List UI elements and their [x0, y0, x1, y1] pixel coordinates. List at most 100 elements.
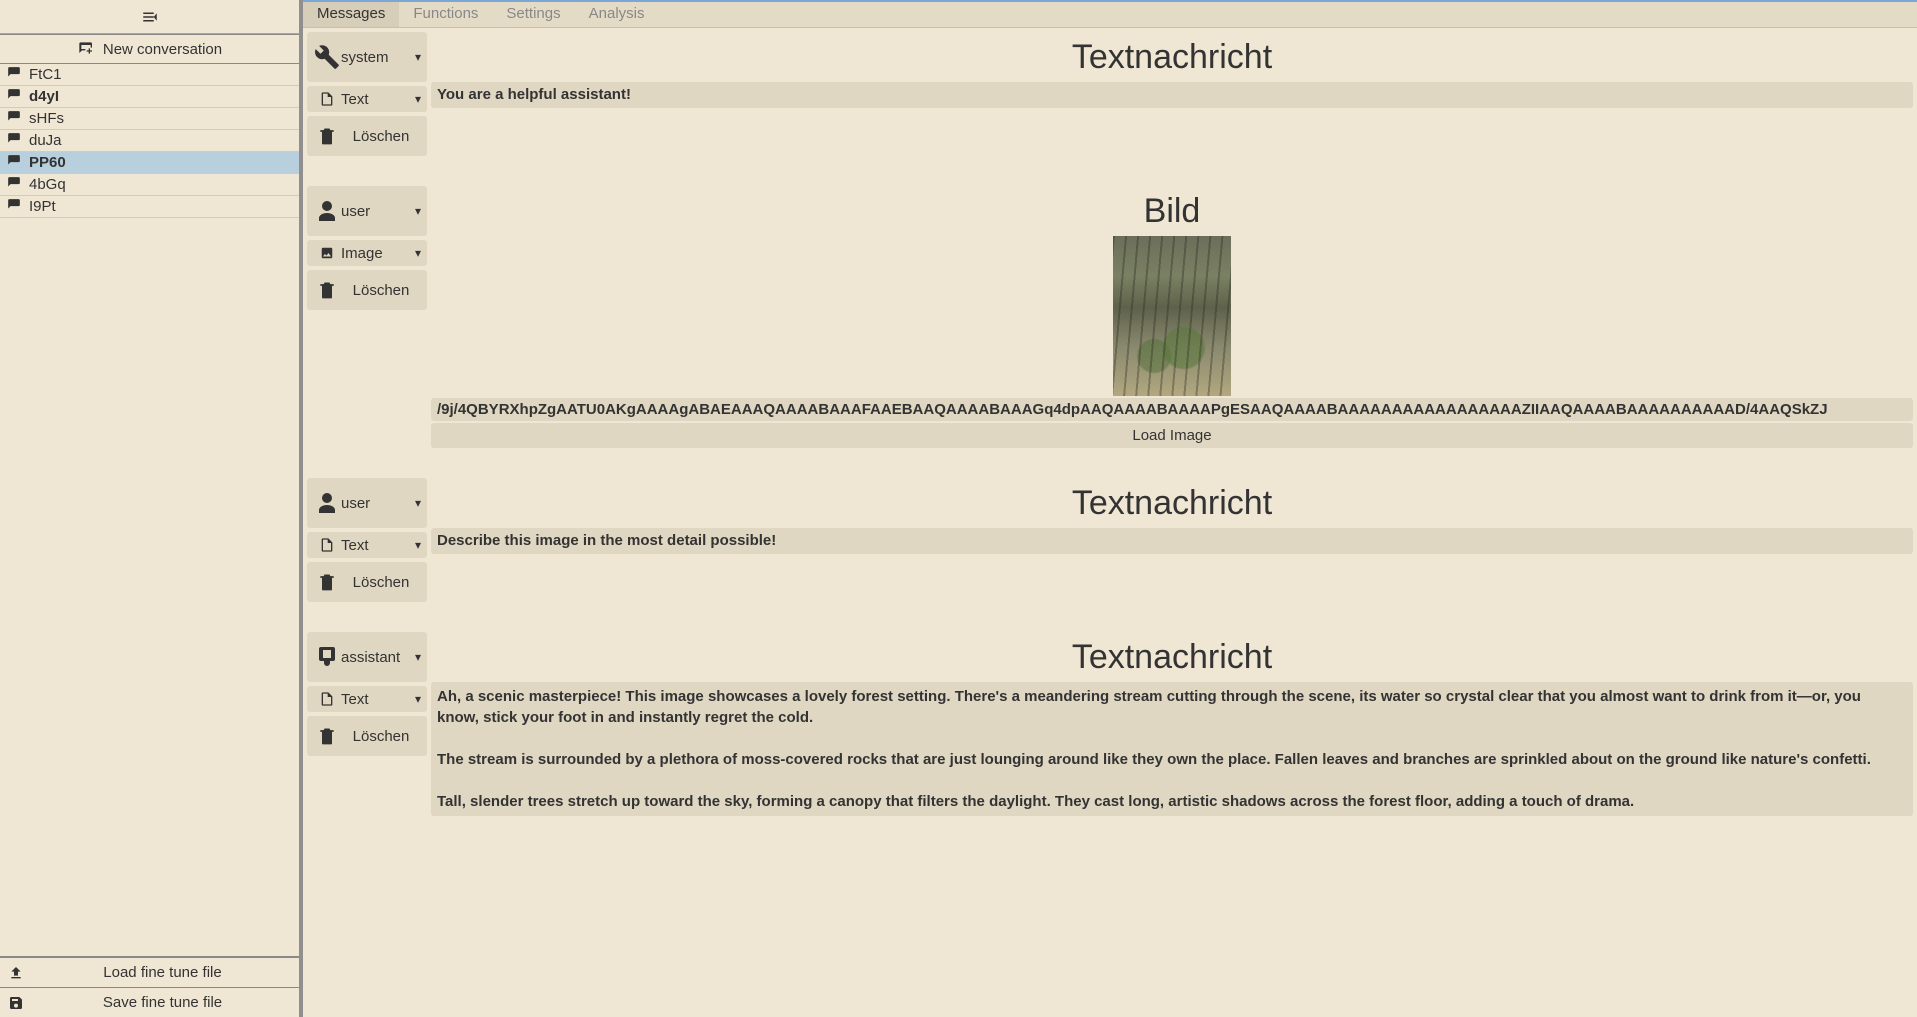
delete-button[interactable]: Löschen	[307, 270, 427, 310]
role-label: assistant	[341, 649, 415, 666]
delete-button[interactable]: Löschen	[307, 562, 427, 602]
conversation-item[interactable]: I9Pt	[0, 196, 299, 218]
role-select[interactable]: user▾	[307, 478, 427, 528]
trash-icon	[313, 725, 341, 747]
trash-icon	[313, 571, 341, 593]
chat-icon	[6, 66, 22, 84]
message-body: Bild/9j/4QBYRXhpZgAATU0AKgAAAAgABAEAAAQA…	[431, 186, 1913, 448]
message-title: Textnachricht	[431, 632, 1913, 682]
message-controls: user▾Text▾Löschen	[307, 478, 427, 602]
tab-functions[interactable]: Functions	[399, 2, 492, 27]
delete-label: Löschen	[341, 574, 421, 591]
role-select[interactable]: assistant▾	[307, 632, 427, 682]
message-text[interactable]: Ah, a scenic masterpiece! This image sho…	[431, 682, 1913, 816]
message-controls: user▾Image▾Löschen	[307, 186, 427, 448]
role-icon	[313, 44, 341, 70]
role-icon	[313, 643, 341, 671]
load-finetune-button[interactable]: Load fine tune file	[0, 957, 299, 987]
chat-icon	[6, 176, 22, 194]
conversation-label: duJa	[29, 132, 62, 149]
delete-button[interactable]: Löschen	[307, 716, 427, 756]
base64-input[interactable]: /9j/4QBYRXhpZgAATU0AKgAAAAgABAEAAAQAAAAB…	[431, 398, 1913, 421]
type-select[interactable]: Text▾	[307, 86, 427, 112]
conversation-item[interactable]: 4bGq	[0, 174, 299, 196]
save-icon	[8, 995, 24, 1011]
message-text[interactable]: Describe this image in the most detail p…	[431, 528, 1913, 554]
chevron-down-icon: ▾	[415, 692, 421, 706]
chevron-down-icon: ▾	[415, 246, 421, 260]
type-label: Image	[341, 245, 415, 262]
menu-collapse-icon	[139, 8, 161, 26]
chat-icon	[6, 198, 22, 216]
chevron-down-icon: ▾	[415, 496, 421, 510]
conversation-item[interactable]: PP60	[0, 152, 299, 174]
message-body: TextnachrichtDescribe this image in the …	[431, 478, 1913, 602]
conversation-item[interactable]: d4yI	[0, 86, 299, 108]
role-select[interactable]: user▾	[307, 186, 427, 236]
delete-label: Löschen	[341, 128, 421, 145]
conversation-item[interactable]: sHFs	[0, 108, 299, 130]
type-label: Text	[341, 91, 415, 108]
message-title: Textnachricht	[431, 32, 1913, 82]
trash-icon	[313, 279, 341, 301]
message-row: assistant▾Text▾LöschenTextnachrichtAh, a…	[307, 632, 1913, 816]
message-title: Textnachricht	[431, 478, 1913, 528]
upload-icon	[8, 965, 24, 981]
type-select[interactable]: Image▾	[307, 240, 427, 266]
role-icon	[313, 489, 341, 517]
chevron-down-icon: ▾	[415, 50, 421, 64]
chat-icon	[6, 110, 22, 128]
role-label: user	[341, 203, 415, 220]
chevron-down-icon: ▾	[415, 204, 421, 218]
new-conversation-button[interactable]: New conversation	[0, 34, 299, 64]
type-select[interactable]: Text▾	[307, 532, 427, 558]
conversation-label: d4yI	[29, 88, 59, 105]
delete-label: Löschen	[341, 282, 421, 299]
conversation-item[interactable]: duJa	[0, 130, 299, 152]
conversation-label: sHFs	[29, 110, 64, 127]
message-row: user▾Image▾LöschenBild/9j/4QBYRXhpZgAATU…	[307, 186, 1913, 448]
role-label: system	[341, 49, 415, 66]
message-body: TextnachrichtYou are a helpful assistant…	[431, 32, 1913, 156]
tab-messages[interactable]: Messages	[303, 2, 399, 27]
conversation-list: FtC1 d4yI sHFs duJa PP60 4bGq I9Pt	[0, 64, 299, 956]
message-controls: system▾Text▾Löschen	[307, 32, 427, 156]
conversation-label: PP60	[29, 154, 66, 171]
conversation-label: 4bGq	[29, 176, 66, 193]
tab-bar: MessagesFunctionsSettingsAnalysis	[303, 0, 1917, 28]
new-conversation-label: New conversation	[103, 41, 222, 58]
message-row: user▾Text▾LöschenTextnachrichtDescribe t…	[307, 478, 1913, 602]
sidebar-collapse-button[interactable]	[0, 0, 299, 34]
tab-settings[interactable]: Settings	[492, 2, 574, 27]
save-finetune-button[interactable]: Save fine tune file	[0, 987, 299, 1017]
load-finetune-label: Load fine tune file	[34, 964, 291, 981]
message-controls: assistant▾Text▾Löschen	[307, 632, 427, 816]
tab-analysis[interactable]: Analysis	[575, 2, 659, 27]
type-icon	[313, 537, 341, 553]
messages-content: system▾Text▾LöschenTextnachrichtYou are …	[303, 28, 1917, 1017]
save-finetune-label: Save fine tune file	[34, 994, 291, 1011]
message-text[interactable]: You are a helpful assistant!	[431, 82, 1913, 108]
chat-icon	[6, 88, 22, 106]
type-label: Text	[341, 537, 415, 554]
chevron-down-icon: ▾	[415, 538, 421, 552]
conversation-item[interactable]: FtC1	[0, 64, 299, 86]
type-icon	[313, 246, 341, 260]
chevron-down-icon: ▾	[415, 650, 421, 664]
conversation-label: FtC1	[29, 66, 62, 83]
image-preview	[1113, 236, 1231, 396]
delete-button[interactable]: Löschen	[307, 116, 427, 156]
message-row: system▾Text▾LöschenTextnachrichtYou are …	[307, 32, 1913, 156]
role-select[interactable]: system▾	[307, 32, 427, 82]
chat-icon	[6, 132, 22, 150]
role-icon	[313, 197, 341, 225]
chat-icon	[6, 154, 22, 172]
trash-icon	[313, 125, 341, 147]
type-select[interactable]: Text▾	[307, 686, 427, 712]
new-chat-icon	[77, 41, 95, 57]
chevron-down-icon: ▾	[415, 92, 421, 106]
load-image-button[interactable]: Load Image	[431, 423, 1913, 448]
main-panel: MessagesFunctionsSettingsAnalysis system…	[303, 0, 1917, 1017]
message-title: Bild	[431, 186, 1913, 236]
sidebar-footer: Load fine tune file Save fine tune file	[0, 956, 299, 1017]
